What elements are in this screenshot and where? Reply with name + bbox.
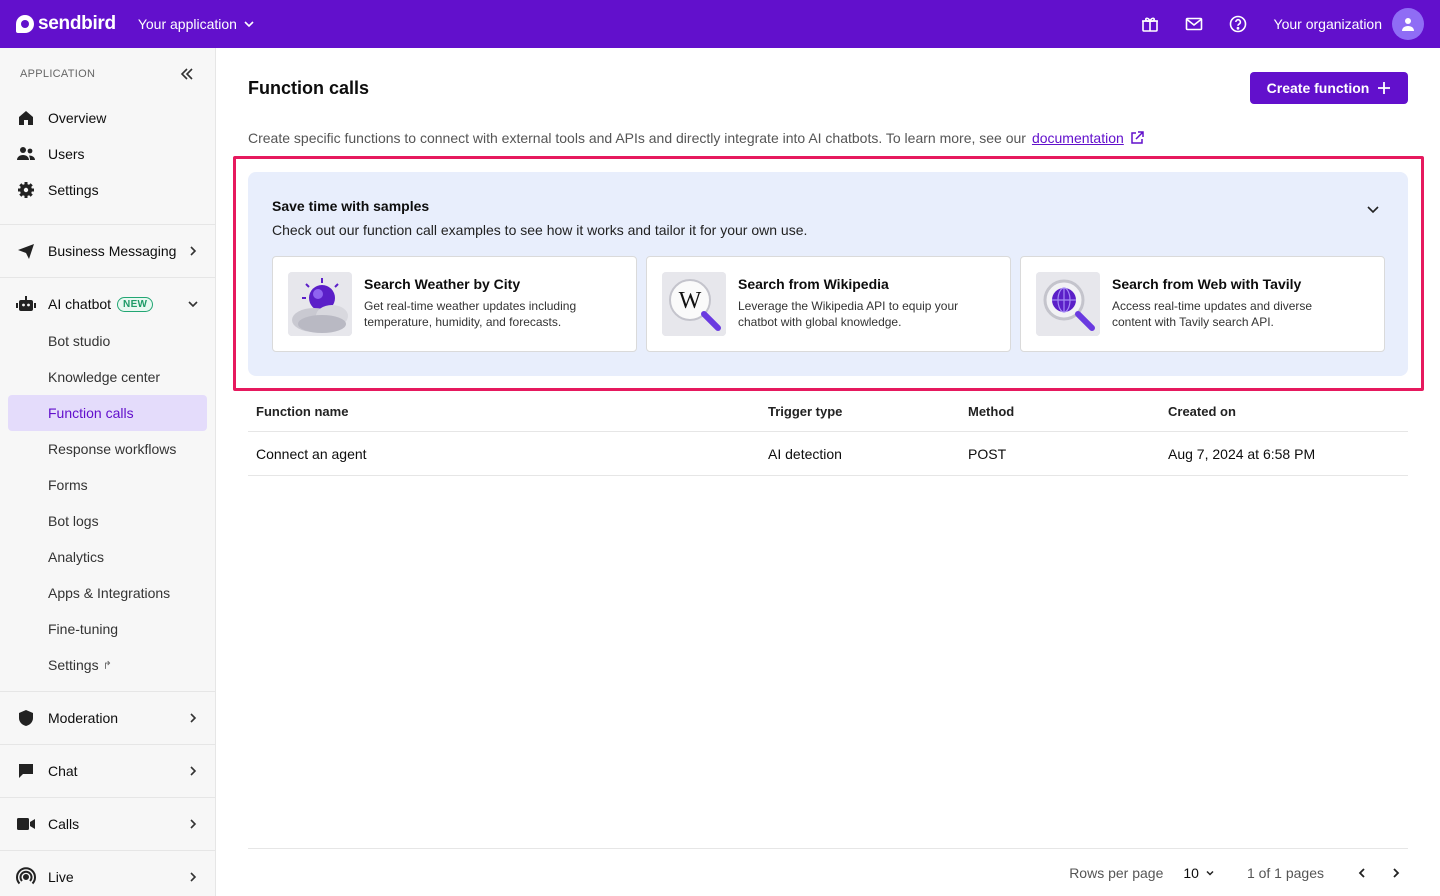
sidebar-item-bot-settings[interactable]: Settings ↱ (8, 647, 207, 683)
sidebar-group-calls[interactable]: Calls (0, 797, 215, 850)
sidebar-group-label: AI chatbot (48, 296, 112, 312)
cell-trigger-type: AI detection (768, 445, 842, 462)
send-icon (16, 241, 36, 261)
sidebar-item-bot-logs[interactable]: Bot logs (8, 503, 207, 539)
sendbird-logo-icon (16, 15, 34, 33)
sidebar-group-label: Moderation (48, 710, 119, 726)
organization-name[interactable]: Your organization (1274, 16, 1382, 32)
sidebar-item-function-calls[interactable]: Function calls (8, 395, 207, 431)
chevron-down-icon (1206, 870, 1214, 876)
external-arrow-icon: ↱ (102, 659, 112, 672)
create-function-button[interactable]: Create function (1250, 72, 1408, 104)
column-header-method[interactable]: Method (968, 404, 1168, 419)
sidebar-group-live[interactable]: Live (0, 850, 215, 896)
column-header-trigger-type[interactable]: Trigger type (768, 404, 968, 419)
rows-per-page-value: 10 (1183, 864, 1199, 881)
sidebar-group-label: Business Messaging (48, 243, 177, 259)
sidebar-item-fine-tuning[interactable]: Fine-tuning (8, 611, 207, 647)
table-row[interactable]: Connect an agent AI detection POST Aug 7… (248, 432, 1408, 476)
home-icon (16, 108, 36, 128)
chevron-right-icon (187, 818, 199, 830)
sidebar-group-chat[interactable]: Chat (0, 744, 215, 797)
previous-page-button[interactable] (1350, 861, 1374, 885)
sidebar-item-analytics[interactable]: Analytics (8, 539, 207, 575)
user-icon (1402, 18, 1414, 31)
documentation-link[interactable]: documentation (1032, 130, 1124, 146)
next-page-button[interactable] (1384, 861, 1408, 885)
sidebar-item-settings[interactable]: Settings (0, 172, 207, 208)
sidebar-group-moderation[interactable]: Moderation (0, 691, 215, 744)
functions-table: Function name Trigger type Method Create… (248, 392, 1408, 476)
sidebar-group-label: Live (48, 869, 74, 885)
highlight-box (233, 156, 1424, 391)
sidebar: APPLICATION Overview Users Settings Busi… (0, 48, 216, 896)
column-header-created-on[interactable]: Created on (1168, 404, 1408, 419)
sidebar-item-apps-integrations[interactable]: Apps & Integrations (8, 575, 207, 611)
sidebar-item-label: Overview (48, 110, 107, 126)
cell-method: POST (968, 445, 1007, 462)
application-name: Your application (137, 16, 237, 32)
chevron-right-icon (187, 712, 199, 724)
application-selector[interactable]: Your application (138, 16, 255, 32)
sidebar-item-response-workflows[interactable]: Response workflows (8, 431, 207, 467)
sidebar-item-knowledge-center[interactable]: Knowledge center (8, 359, 207, 395)
chevron-down-icon (187, 298, 199, 310)
chevron-right-icon (187, 765, 199, 777)
column-header-function-name[interactable]: Function name (248, 404, 768, 419)
help-icon[interactable] (1226, 12, 1250, 36)
sidebar-group-business-messaging[interactable]: Business Messaging (0, 224, 215, 277)
gift-icon[interactable] (1138, 12, 1162, 36)
page-description: Create specific functions to connect wit… (248, 130, 1144, 146)
cell-function-name: Connect an agent (256, 445, 367, 462)
sidebar-item-users[interactable]: Users (0, 136, 207, 172)
video-icon (16, 814, 36, 834)
broadcast-icon (16, 867, 36, 887)
pagination: Rows per page 10 1 of 1 pages (248, 848, 1408, 896)
sidebar-group-label: Chat (48, 763, 78, 779)
logo[interactable]: sendbird (16, 13, 116, 35)
page-info: 1 of 1 pages (1246, 864, 1324, 881)
shield-icon (16, 708, 36, 728)
sidebar-item-bot-studio[interactable]: Bot studio (8, 323, 207, 359)
chevron-right-icon (187, 871, 199, 883)
users-icon (16, 144, 36, 164)
sidebar-group-label: Calls (48, 816, 80, 832)
chat-icon (16, 761, 36, 781)
plus-icon (1378, 82, 1391, 94)
external-link-icon[interactable] (1130, 131, 1144, 145)
chevron-down-icon (244, 21, 254, 28)
sidebar-item-label: Settings (48, 182, 99, 198)
logo-text: sendbird (38, 13, 116, 34)
mail-icon[interactable] (1182, 12, 1206, 36)
cell-created-on: Aug 7, 2024 at 6:58 PM (1168, 445, 1316, 462)
avatar[interactable] (1392, 8, 1424, 40)
sidebar-section-label: APPLICATION (20, 68, 96, 80)
description-text: Create specific functions to connect wit… (248, 130, 1026, 146)
page-title: Function calls (248, 78, 370, 98)
create-function-label: Create function (1266, 80, 1370, 96)
gear-icon (16, 180, 36, 200)
sidebar-item-overview[interactable]: Overview (0, 100, 207, 136)
sidebar-item-label: Settings (48, 657, 99, 673)
chevron-right-icon (1393, 867, 1400, 878)
sidebar-item-forms[interactable]: Forms (8, 467, 207, 503)
main-content: Function calls Create function Create sp… (216, 48, 1440, 896)
collapse-sidebar-icon[interactable] (179, 66, 195, 82)
chevron-right-icon (187, 245, 199, 257)
sidebar-item-label: Users (48, 146, 85, 162)
rows-per-page-select[interactable]: 10 (1183, 865, 1215, 881)
rows-per-page-label: Rows per page (1069, 864, 1164, 881)
new-badge: NEW (117, 296, 154, 312)
table-header: Function name Trigger type Method Create… (248, 392, 1408, 432)
bot-icon (16, 294, 36, 314)
chevron-left-icon (1358, 867, 1365, 878)
top-bar: sendbird Your application Your organizat… (0, 0, 1440, 48)
